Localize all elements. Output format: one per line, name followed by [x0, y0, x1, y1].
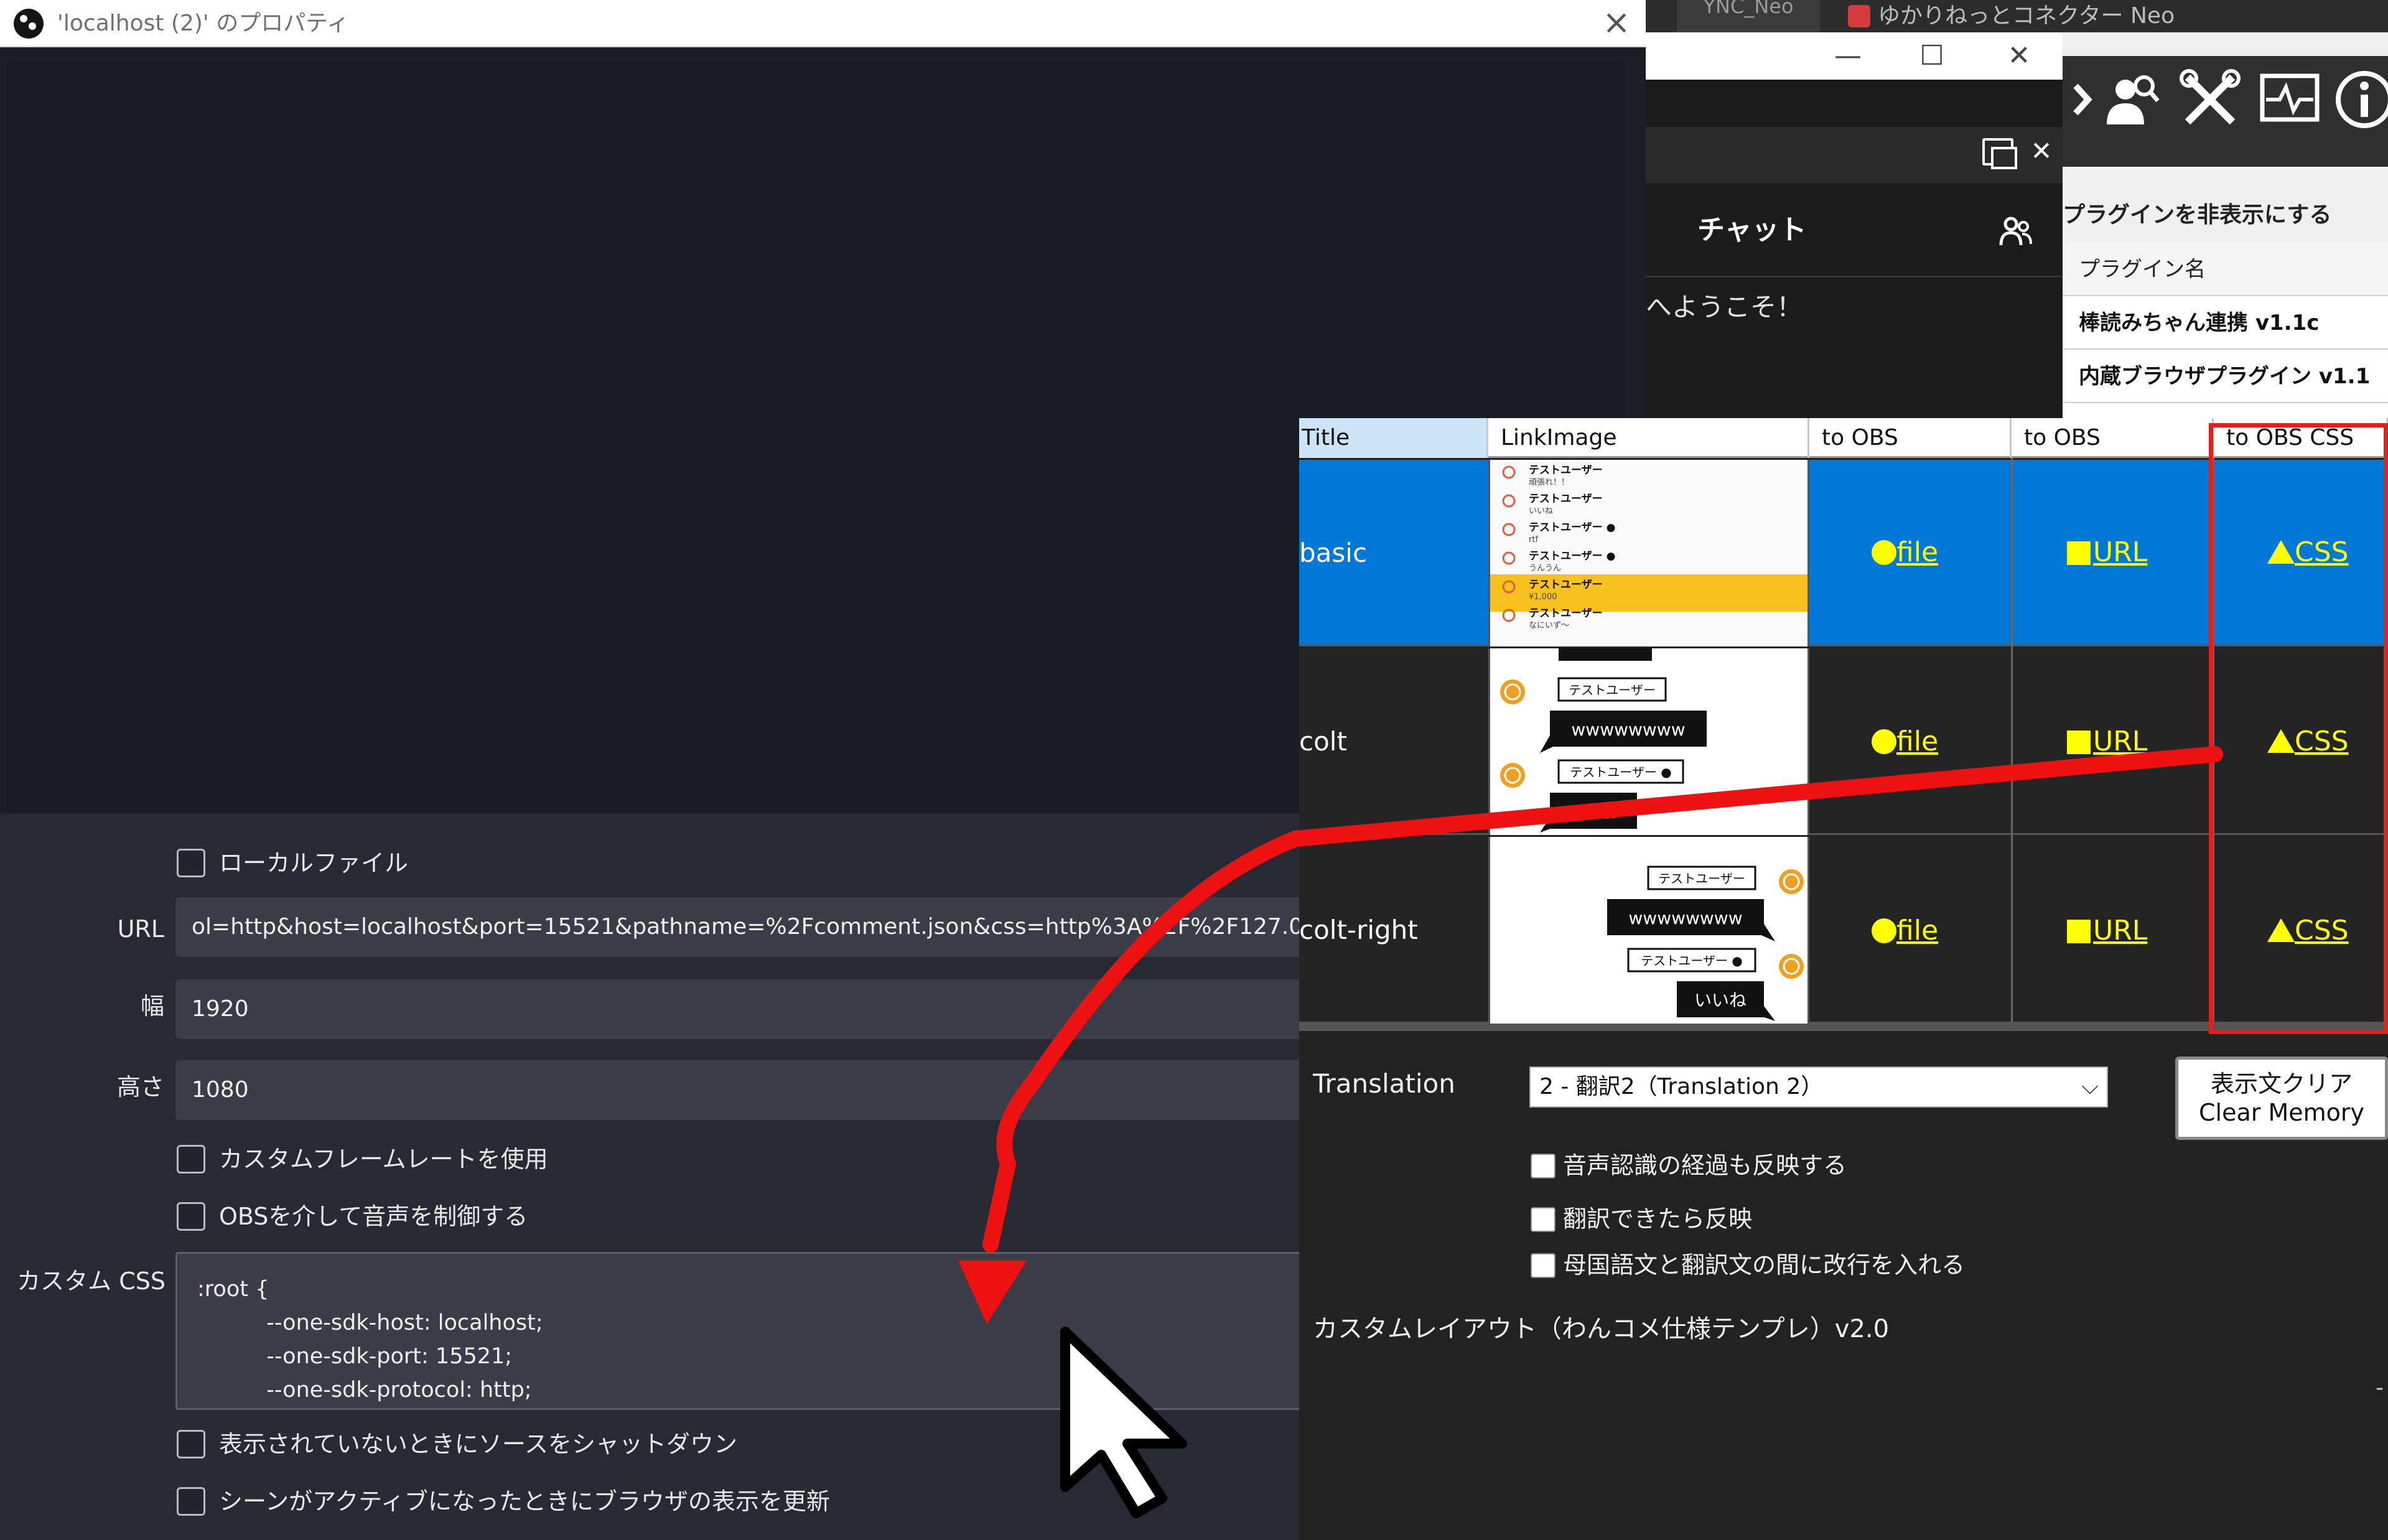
annotation-arrow-line [982, 746, 2223, 1253]
mouse-cursor-icon [1060, 1327, 1187, 1518]
annotation-overlay [958, 746, 2223, 1518]
annotation-arrow-head [958, 1261, 1027, 1324]
